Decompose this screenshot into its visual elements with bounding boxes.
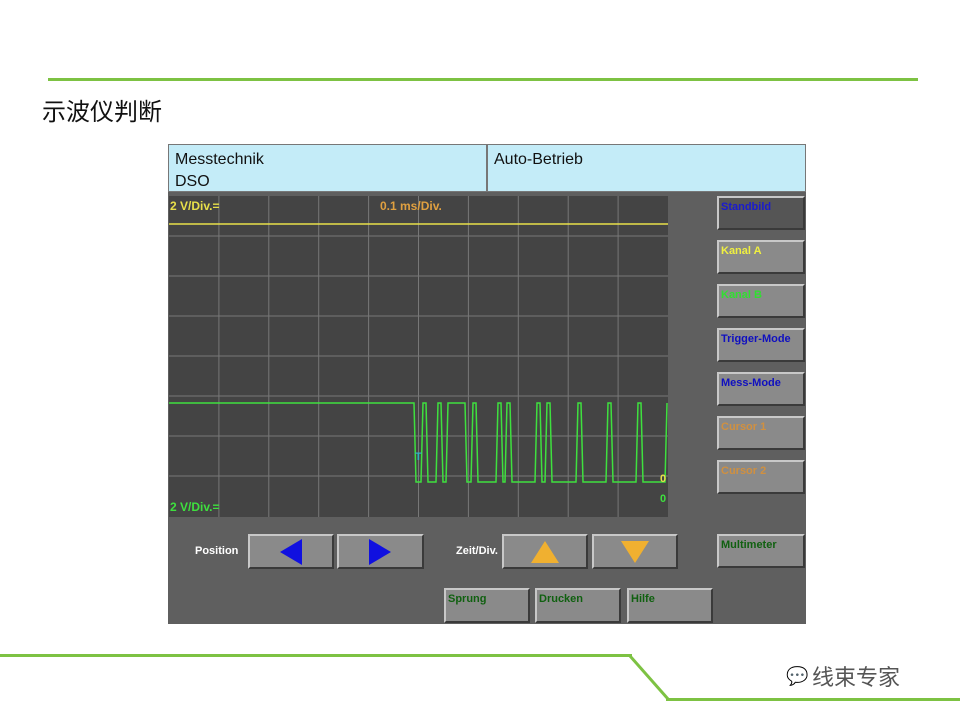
arrow-left-icon xyxy=(280,539,302,565)
time-scale: 0.1 ms/Div. xyxy=(380,199,442,213)
footer-line-left xyxy=(0,654,632,657)
arrow-right-icon xyxy=(369,539,391,565)
arrow-up-icon xyxy=(531,541,559,563)
wechat-icon: 💬 xyxy=(786,666,809,686)
kanal-b-button[interactable]: Kanal B xyxy=(717,284,805,318)
channel-b-zero-marker: 0 xyxy=(660,493,667,505)
watermark-text: 线束专家 xyxy=(812,666,901,691)
oscilloscope-screen: Messtechnik DSO Auto-Betrieb 2 V/Div.= 0… xyxy=(168,144,806,624)
scope-display: 2 V/Div.= 0.1 ms/Div. 2 V/Div.= T 0 0 xyxy=(169,196,668,517)
cursor-1-button[interactable]: Cursor 1 xyxy=(717,416,805,450)
channel-a-scale: 2 V/Div.= xyxy=(170,199,220,213)
header-right: Auto-Betrieb xyxy=(487,144,806,192)
standbild-button[interactable]: Standbild xyxy=(717,196,805,230)
header-mode: Messtechnik DSO xyxy=(168,144,487,192)
kanal-a-button[interactable]: Kanal A xyxy=(717,240,805,274)
footer-line-diagonal xyxy=(628,655,670,700)
mess-mode-button[interactable]: Mess-Mode xyxy=(717,372,805,406)
trigger-marker: T xyxy=(415,451,422,463)
arrow-down-icon xyxy=(621,541,649,563)
hilfe-button[interactable]: Hilfe xyxy=(627,588,713,623)
position-right-button[interactable] xyxy=(337,534,424,569)
position-left-button[interactable] xyxy=(248,534,334,569)
zeit-up-button[interactable] xyxy=(502,534,588,569)
top-divider xyxy=(48,78,918,81)
zeit-div-label: Zeit/Div. xyxy=(456,545,498,557)
trigger-mode-button[interactable]: Trigger-Mode xyxy=(717,328,805,362)
multimeter-button[interactable]: Multimeter xyxy=(717,534,805,568)
zeit-down-button[interactable] xyxy=(592,534,678,569)
header-left-line2: DSO xyxy=(175,173,210,190)
position-label: Position xyxy=(195,545,239,557)
channel-a-zero-marker: 0 xyxy=(660,473,667,485)
slide-title: 示波仪判断 xyxy=(42,98,162,126)
sprung-button[interactable]: Sprung xyxy=(444,588,530,623)
cursor-2-button[interactable]: Cursor 2 xyxy=(717,460,805,494)
footer-line-right xyxy=(666,698,960,701)
drucken-button[interactable]: Drucken xyxy=(535,588,621,623)
channel-b-scale: 2 V/Div.= xyxy=(170,500,220,514)
header-left-line1: Messtechnik xyxy=(175,151,264,168)
